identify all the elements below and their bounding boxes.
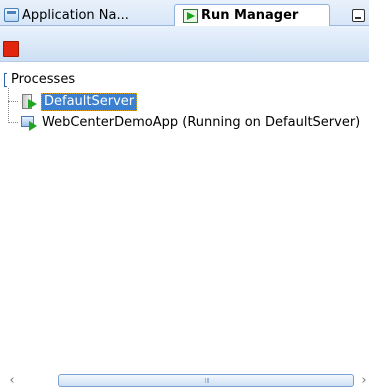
tree-connector [8,122,18,124]
tree-item-label: DefaultServer [41,93,138,111]
server-run-icon [21,94,37,110]
minimize-icon [352,8,365,22]
tab-minimize[interactable] [344,4,369,26]
tab-application-navigator[interactable]: Application Na... [0,4,164,26]
tab-application-navigator-label: Application Na... [22,7,129,23]
scroll-right-icon[interactable]: › [358,374,369,388]
stop-button[interactable] [3,41,19,57]
tree-root-marker [4,72,7,87]
toolbar [0,26,369,62]
run-manager-icon [183,8,198,23]
scroll-left-icon[interactable]: ‹ [6,374,18,388]
tab-run-manager-label: Run Manager [201,8,299,23]
tree-item-default-server[interactable]: DefaultServer [0,93,138,111]
process-tree: Processes DefaultServer WebCenterDemoApp… [0,66,369,366]
horizontal-scrollbar[interactable]: ‹ › [0,373,369,389]
tree-item-webcenter-demo-app[interactable]: WebCenterDemoApp (Running on DefaultServ… [0,114,360,132]
tree-root-label: Processes [11,71,76,87]
tree-connector [8,101,18,103]
tree-root-processes[interactable]: Processes [4,71,75,88]
tab-strip: Application Na... Run Manager [0,0,369,26]
tree-item-label: WebCenterDemoApp (Running on DefaultServ… [42,115,361,130]
scroll-thumb[interactable] [58,374,354,387]
deployed-app-icon [21,115,38,131]
application-navigator-icon [4,8,19,22]
scroll-grip-icon [205,378,209,383]
run-manager-window: Application Na... Run Manager Processes … [0,0,369,389]
tab-run-manager[interactable]: Run Manager [174,4,330,26]
